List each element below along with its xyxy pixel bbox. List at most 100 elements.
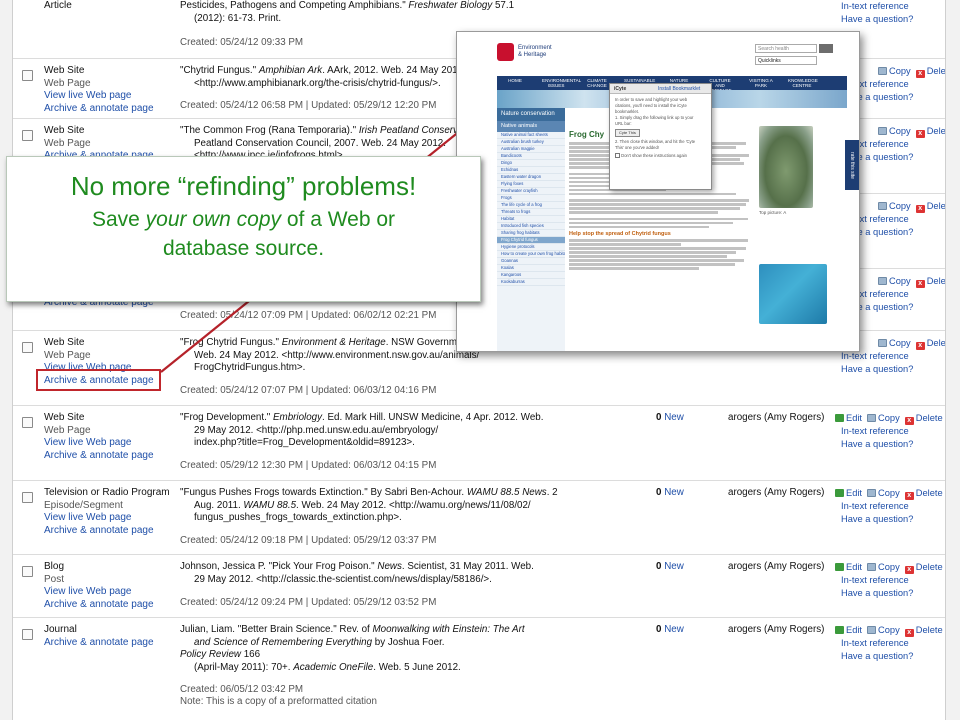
site-nav-item[interactable]: ENVIRONMENTAL ISSUES (542, 78, 581, 88)
intext-reference-link[interactable]: In-text reference (841, 426, 909, 436)
view-live-link[interactable]: View live Web page (44, 512, 131, 523)
archive-annotate-link[interactable]: Archive & annotate page (44, 525, 154, 536)
copy-button[interactable]: Copy (889, 201, 911, 211)
delete-button[interactable]: Delete (927, 338, 945, 348)
sidebar-link[interactable]: How to create your own frog habitat (497, 251, 565, 258)
sidebar-link[interactable]: Hygiene protocols (497, 244, 565, 251)
sidebar-link[interactable]: Bandicoots (497, 153, 565, 160)
intext-reference-link[interactable]: In-text reference (841, 1, 909, 11)
rate-site-tab[interactable]: rate this site (845, 140, 859, 190)
citation: Johnson, Jessica P. "Pick Your Frog Pois… (180, 561, 534, 585)
question-link[interactable]: Have a question? (841, 588, 913, 598)
copy-button[interactable]: Copy (878, 413, 900, 423)
delete-button[interactable]: Delete (927, 126, 945, 136)
sidebar-link[interactable]: Introduced fish species (497, 223, 565, 230)
sidebar-link[interactable]: Freshwater crayfish (497, 188, 565, 195)
sidebar-link[interactable]: Australian magpie (497, 146, 565, 153)
new-note-link[interactable]: New (664, 412, 684, 423)
sidebar-link[interactable]: Threats to frogs (497, 209, 565, 216)
intext-reference-link[interactable]: In-text reference (841, 638, 909, 648)
delete-button[interactable]: Delete (916, 562, 943, 572)
source-type: Blog (44, 561, 65, 572)
sidebar-link[interactable]: Koalas (497, 265, 565, 272)
owner: arogers (Amy Rogers) (728, 624, 825, 635)
site-nav-item[interactable]: VISITING A PARK (747, 78, 775, 88)
quicklinks-select[interactable]: Quicklinks (755, 56, 817, 65)
note-count: 0 New (656, 624, 684, 635)
archive-annotate-link[interactable]: Archive & annotate page (44, 103, 154, 114)
delete-button[interactable]: Delete (916, 488, 943, 498)
intext-reference-link[interactable]: In-text reference (841, 351, 909, 361)
copy-button[interactable]: Copy (889, 66, 911, 76)
sidebar-link[interactable]: Australian brush turkey (497, 139, 565, 146)
edit-button[interactable]: Edit (846, 625, 862, 635)
sidebar-link[interactable]: Kangaroos (497, 272, 565, 279)
sidebar-link[interactable]: Eastern water dragon (497, 174, 565, 181)
delete-button[interactable]: Delete (927, 276, 945, 286)
copy-button[interactable]: Copy (889, 126, 911, 136)
copy-icon (878, 67, 887, 75)
archive-annotate-link[interactable]: Archive & annotate page (44, 599, 154, 610)
edit-button[interactable]: Edit (846, 413, 862, 423)
edit-button[interactable]: Edit (846, 562, 862, 572)
new-note-link[interactable]: New (664, 624, 684, 635)
view-live-link[interactable]: View live Web page (44, 90, 131, 101)
row-note: Note: This is a copy of a preformatted c… (180, 696, 377, 707)
site-search-button[interactable] (819, 44, 833, 53)
copy-button[interactable]: Copy (878, 562, 900, 572)
question-link[interactable]: Have a question? (841, 364, 913, 374)
new-note-link[interactable]: New (664, 487, 684, 498)
delete-button[interactable]: Delete (927, 66, 945, 76)
row-checkbox[interactable] (22, 130, 33, 141)
question-link[interactable]: Have a question? (841, 651, 913, 661)
site-nav-item[interactable]: CLIMATE CHANGE (583, 78, 611, 88)
intext-reference-link[interactable]: In-text reference (841, 501, 909, 511)
row-checkbox[interactable] (22, 417, 33, 428)
frog-graphic (759, 264, 827, 324)
sidebar-link[interactable]: Kookaburras (497, 279, 565, 286)
copy-button[interactable]: Copy (878, 488, 900, 498)
row-checkbox[interactable] (22, 492, 33, 503)
row-actions: Edit Copy x Delete In-text reference Have a… (835, 412, 945, 450)
dont-show-checkbox[interactable] (615, 153, 620, 158)
row-checkbox[interactable] (22, 629, 33, 640)
created-date: Created: 05/24/12 07:07 PM | Updated: 06… (180, 385, 437, 396)
source-type: Web Site (44, 125, 85, 136)
question-link[interactable]: Have a question? (841, 439, 913, 449)
view-live-link[interactable]: View live Web page (44, 437, 131, 448)
site-search-input[interactable]: Search health (755, 44, 817, 53)
sidebar-link[interactable]: Flying foxes (497, 181, 565, 188)
question-link[interactable]: Have a question? (841, 514, 913, 524)
archive-annotate-link[interactable]: Archive & annotate page (44, 637, 154, 648)
delete-button[interactable]: Delete (916, 625, 943, 635)
row-checkbox[interactable] (22, 342, 33, 353)
row-checkbox[interactable] (22, 566, 33, 577)
sidebar-link[interactable]: Native animal fact sheets (497, 132, 565, 139)
view-live-link[interactable]: View live Web page (44, 586, 131, 597)
sidebar-link[interactable]: Dingo (497, 160, 565, 167)
delete-button[interactable]: Delete (916, 413, 943, 423)
sidebar-link[interactable]: Habitat (497, 216, 565, 223)
edit-button[interactable]: Edit (846, 488, 862, 498)
created-date: Created: 05/24/12 09:24 PM | Updated: 05… (180, 597, 437, 608)
site-nav-item[interactable]: HOME (501, 78, 529, 83)
sidebar-link[interactable]: Frog Chytrid fungus (497, 237, 565, 244)
sidebar-link[interactable]: Sharing frog habitats (497, 230, 565, 237)
row-checkbox[interactable] (22, 70, 33, 81)
copy-button[interactable]: Copy (889, 338, 911, 348)
intext-reference-link[interactable]: In-text reference (841, 575, 909, 585)
frog-photo (759, 126, 813, 208)
new-note-link[interactable]: New (664, 561, 684, 572)
delete-button[interactable]: Delete (927, 201, 945, 211)
cyte-this-button[interactable]: Cyte This (615, 129, 640, 137)
copy-button[interactable]: Copy (878, 625, 900, 635)
row-actions: Edit Copy x Delete In-text reference Have a… (835, 487, 945, 525)
sidebar-link[interactable]: The life cycle of a frog (497, 202, 565, 209)
sidebar-link[interactable]: Echidnas (497, 167, 565, 174)
copy-button[interactable]: Copy (889, 276, 911, 286)
site-nav-item[interactable]: KNOWLEDGE CENTRE (788, 78, 818, 88)
sidebar-link[interactable]: Frogs (497, 195, 565, 202)
question-link[interactable]: Have a question? (841, 14, 913, 24)
archive-annotate-link[interactable]: Archive & annotate page (44, 450, 154, 461)
sidebar-link[interactable]: Goannas (497, 258, 565, 265)
